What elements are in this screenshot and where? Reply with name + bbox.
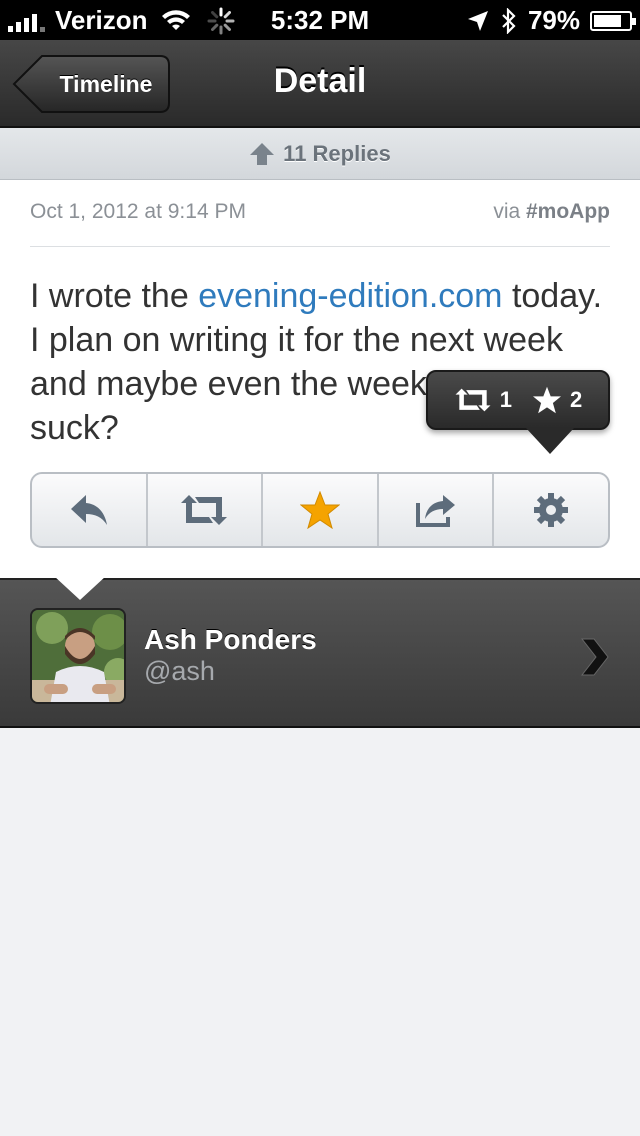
status-right: 79%: [466, 5, 636, 36]
counts-popover: 1 2: [426, 370, 610, 430]
tweet-text-start: I wrote the: [30, 277, 199, 315]
replies-bar[interactable]: 11 Replies: [0, 128, 640, 180]
navigation-bar: Timeline Detail: [0, 40, 640, 128]
share-button[interactable]: [379, 474, 495, 546]
favorite-count: 2: [532, 386, 582, 414]
via-app[interactable]: #moApp: [526, 200, 610, 223]
share-icon: [415, 495, 455, 527]
retweet-count-value: 1: [499, 387, 512, 412]
settings-button[interactable]: [494, 474, 608, 546]
bluetooth-icon: [502, 7, 516, 34]
retweet-count: 1: [454, 387, 512, 413]
via-prefix: via: [493, 200, 526, 223]
user-handle: @ash: [144, 656, 215, 686]
chevron-right-icon: [580, 638, 609, 676]
reply-icon: [70, 495, 107, 525]
reply-button[interactable]: [32, 474, 148, 546]
retweet-button[interactable]: [148, 474, 264, 546]
page-title: Detail: [273, 62, 367, 100]
star-icon: [533, 386, 561, 414]
replies-label: 11 Replies: [283, 140, 391, 166]
avatar-image: [32, 610, 124, 702]
retweet-icon: [181, 495, 228, 525]
favorite-button[interactable]: [263, 474, 379, 546]
up-arrow-icon: [250, 142, 275, 165]
location-icon: [467, 10, 488, 31]
battery-fill: [594, 14, 621, 27]
user-row[interactable]: Ash Ponders @ash: [0, 578, 640, 728]
retweet-icon: [455, 388, 491, 412]
tweet-link[interactable]: evening-edition.com: [198, 277, 502, 315]
tweet-source: via #moApp: [493, 200, 610, 224]
tweet-meta: Oct 1, 2012 at 9:14 PM via #moApp: [30, 200, 610, 228]
status-bar: Verizon 5:32 PM 79%: [0, 0, 640, 40]
settings-gear-icon: [534, 493, 569, 527]
battery-percent: 79%: [527, 5, 580, 35]
user-row-notch: [54, 576, 106, 600]
tweet-date: Oct 1, 2012 at 9:14 PM: [30, 200, 246, 223]
avatar[interactable]: [30, 608, 126, 704]
divider: [30, 246, 610, 247]
favorite-star-icon: [299, 491, 340, 529]
popover-arrow: [526, 428, 574, 454]
battery-icon: [590, 10, 636, 31]
tweet-action-toolbar: [30, 472, 610, 548]
user-name: Ash Ponders: [144, 624, 317, 655]
favorite-count-value: 2: [570, 387, 583, 412]
